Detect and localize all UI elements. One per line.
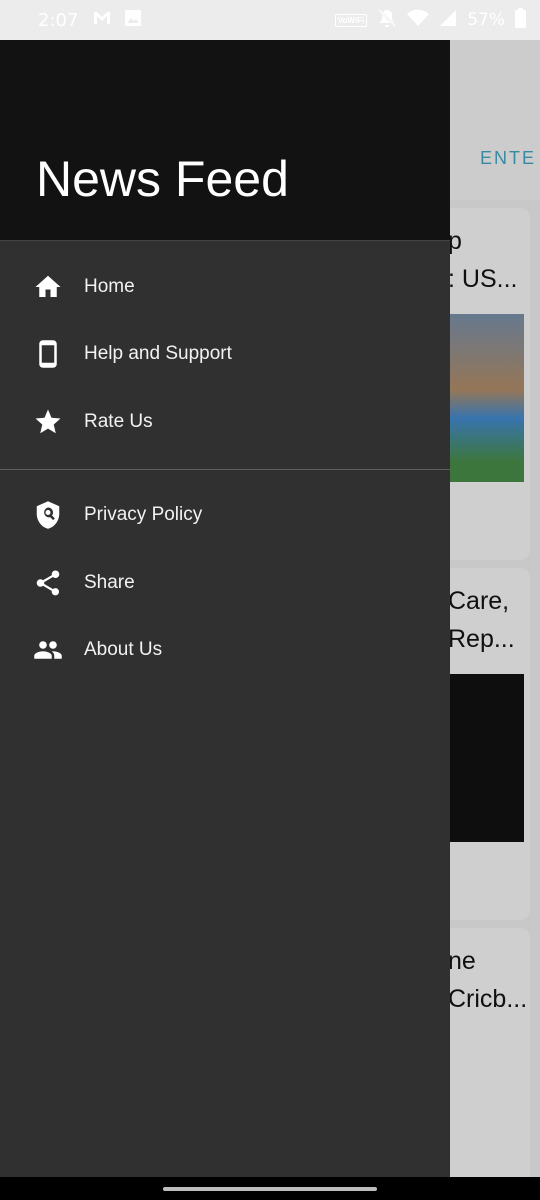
menu-item-home[interactable]: Home xyxy=(0,253,450,321)
star-icon xyxy=(32,406,64,438)
drawer-secondary-menu: Privacy Policy Share About Us xyxy=(0,482,450,685)
home-gesture-handle[interactable] xyxy=(163,1187,377,1191)
battery-percent: 57% xyxy=(467,10,505,30)
drawer-header: News Feed xyxy=(0,40,450,241)
menu-item-share[interactable]: Share xyxy=(0,549,450,617)
menu-item-label: Help and Support xyxy=(84,343,232,365)
phone-icon xyxy=(32,338,64,370)
menu-item-label: Privacy Policy xyxy=(84,504,203,526)
status-bar: 2:07 VoWiFi 57% xyxy=(0,0,540,40)
gmail-icon xyxy=(92,10,112,31)
menu-item-privacy-policy[interactable]: Privacy Policy xyxy=(0,482,450,550)
menu-item-label: Rate Us xyxy=(84,410,153,432)
home-icon xyxy=(32,271,64,303)
vowifi-icon: VoWiFi xyxy=(334,13,368,27)
navigation-drawer: News Feed Home Help and Support Rate Us xyxy=(0,40,450,1177)
image-icon xyxy=(124,9,142,32)
wifi-icon xyxy=(407,9,430,32)
signal-icon xyxy=(439,9,457,32)
status-time: 2:07 xyxy=(38,9,79,31)
menu-item-help-and-support[interactable]: Help and Support xyxy=(0,321,450,389)
mute-icon xyxy=(377,8,397,33)
menu-item-label: About Us xyxy=(84,639,163,661)
battery-icon xyxy=(515,7,526,33)
menu-item-label: Share xyxy=(84,571,135,593)
drawer-primary-menu: Home Help and Support Rate Us xyxy=(0,241,450,456)
menu-item-label: Home xyxy=(84,275,135,297)
privacy-shield-icon xyxy=(32,499,64,531)
system-navigation-bar xyxy=(0,1177,540,1200)
menu-item-rate-us[interactable]: Rate Us xyxy=(0,388,450,456)
menu-divider xyxy=(0,468,450,470)
share-icon xyxy=(32,567,64,599)
drawer-title: News Feed xyxy=(36,151,289,207)
menu-item-about-us[interactable]: About Us xyxy=(0,617,450,685)
people-icon xyxy=(32,634,64,666)
